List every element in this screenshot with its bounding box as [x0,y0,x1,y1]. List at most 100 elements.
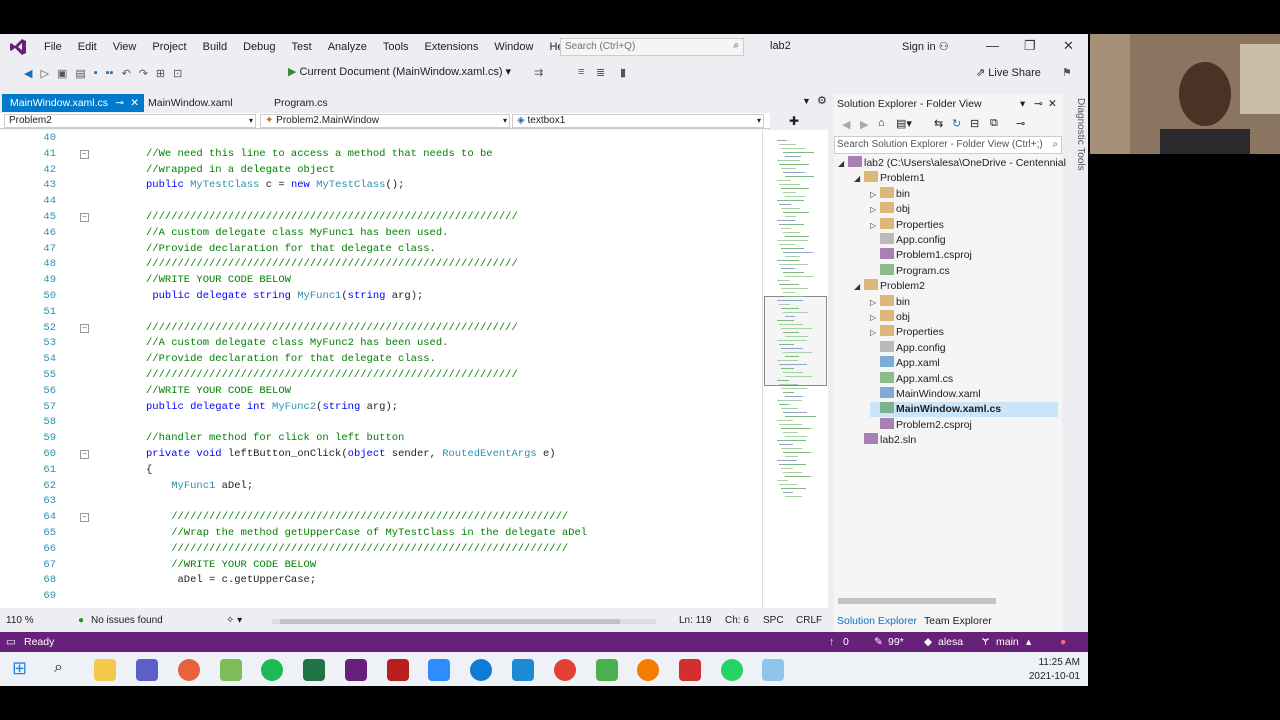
home-icon[interactable]: ⌂ [878,117,885,129]
code-line[interactable]: 45 − /////////////////////////////////////… [0,209,762,225]
code-line[interactable]: 47 //Provide declaration for that delegat… [0,241,762,257]
screenshot-icon[interactable]: ⊡ [169,67,186,80]
menu-tools[interactable]: Tools [375,34,417,60]
media-icon[interactable] [596,659,618,681]
menu-test[interactable]: Test [284,34,320,60]
tree-item[interactable]: MainWindow.xaml.cs [870,402,1058,418]
tree-item[interactable]: ▷ Properties [870,325,1058,340]
expand-arrow-icon[interactable]: ◢ [854,279,864,294]
edge-icon[interactable] [470,659,492,681]
fold-toggle-icon[interactable]: − [80,149,89,159]
user-name[interactable]: alesa [938,632,963,652]
tree-item[interactable]: ▷ obj [870,310,1058,325]
expand-arrow-icon[interactable]: ◢ [838,156,848,171]
issues-status[interactable]: No issues found [91,612,163,630]
expand-arrow-icon[interactable]: ◢ [854,171,864,186]
menu-view[interactable]: View [105,34,145,60]
start-button[interactable]: ▶ Current Document (MainWindow.xaml.cs) … [288,65,511,78]
pin-icon[interactable]: ⊸ [1034,94,1043,114]
taskbar-search-icon[interactable]: ⌕ [54,659,63,677]
tree-item[interactable]: lab2.sln [854,433,1058,448]
tree-item[interactable]: App.config [870,340,1058,356]
code-line[interactable]: 64 − ////////////////////////////////////… [0,509,762,525]
indent-mode[interactable]: SPC [763,612,784,630]
minimize-button[interactable]: — [986,38,999,53]
tree-item[interactable]: ◢ Problem1 [854,171,1058,186]
fold-toggle-icon[interactable]: − [80,323,89,333]
tree-scrollbar-thumb[interactable] [838,598,996,604]
open-icon[interactable]: ▤ [71,67,89,80]
chrome-icon[interactable] [554,659,576,681]
code-line[interactable]: 69 [0,588,762,604]
tab-list-dropdown-icon[interactable]: ▼ [802,96,811,106]
sync-icon[interactable]: ⇆ [934,117,943,130]
bookmark-icon[interactable]: ▮ [616,66,630,79]
code-line[interactable]: 41 − //We need this line to access a metho… [0,146,762,162]
tree-item[interactable]: ◢ lab2 (C:\Users\alesa\OneDrive - Centenn… [838,156,1066,171]
collapse-arrow-icon[interactable]: ▷ [870,218,880,233]
code-line[interactable]: 61 { [0,462,762,478]
code-line[interactable]: 46 //A custom delegate class MyFunc1 has … [0,225,762,241]
menu-extensions[interactable]: Extensions [417,34,487,60]
visual-studio-icon[interactable] [345,659,367,681]
code-line[interactable]: 48 //////////////////////////////////////… [0,256,762,272]
step-icon[interactable]: ⇉ [530,66,547,79]
forward-icon[interactable]: ▷ [36,67,52,80]
scrollbar-thumb[interactable] [280,619,620,624]
class-dropdown[interactable]: ✦ Problem2.MainWindow ▾ [260,114,510,128]
comment-icon[interactable]: ≣ [592,66,609,79]
feedback-icon[interactable]: ⚑ [1058,66,1076,79]
code-line[interactable]: 40 [0,130,762,146]
restore-button[interactable]: ❐ [1024,38,1036,54]
tree-item[interactable]: ▷ Properties [870,217,1058,233]
soundcloud-icon[interactable] [637,659,659,681]
save-all-icon[interactable]: ▪▪ [102,67,118,79]
chevron-up-icon[interactable]: ▴ [1026,632,1031,652]
line-ending[interactable]: CRLF [796,612,822,630]
code-line[interactable]: 57 public delegate int MyFunc2(string arg… [0,399,762,415]
menu-build[interactable]: Build [195,34,235,60]
tree-item[interactable]: Program.cs [870,263,1058,279]
close-tab-icon[interactable]: ✕ [130,94,139,112]
forward-icon[interactable]: ▶ [860,118,868,131]
code-line[interactable]: 49 //WRITE YOUR CODE BELOW [0,272,762,288]
code-line[interactable]: 55 //////////////////////////////////////… [0,367,762,383]
code-line[interactable]: 62 MyFunc1 aDel; [0,478,762,494]
properties-icon[interactable]: ⊸ [1016,117,1025,130]
new-project-icon[interactable]: ▣ [53,67,71,80]
tree-item[interactable]: ▷ bin [870,186,1058,202]
tab-team-explorer[interactable]: Team Explorer [924,612,992,630]
code-line[interactable]: 53 //A custom delegate class MyFunc2 has … [0,335,762,351]
code-minimap[interactable] [762,130,828,608]
teams-icon[interactable] [136,659,158,681]
code-line[interactable]: 52 − /////////////////////////////////////… [0,320,762,336]
format-icon[interactable]: ≡ [574,66,588,78]
close-panel-icon[interactable]: ✕ [1048,94,1057,114]
filezilla-icon[interactable] [387,659,409,681]
code-line[interactable]: 68 aDel = c.getUpperCase; [0,572,762,588]
tree-item[interactable]: ▷ bin [870,294,1058,310]
spotify-icon[interactable] [261,659,283,681]
excel-icon[interactable] [303,659,325,681]
menu-analyze[interactable]: Analyze [320,34,375,60]
tab-program-cs[interactable]: Program.cs [266,94,336,112]
collapse-arrow-icon[interactable]: ▷ [870,325,880,340]
solution-search-input[interactable]: Search Solution Explorer - Folder View (… [834,136,1062,154]
code-line[interactable]: 42 //wrapped in a delegate object [0,162,762,178]
app-icon[interactable] [762,659,784,681]
menu-debug[interactable]: Debug [235,34,283,60]
error-count[interactable]: 0 [843,632,849,652]
back-icon[interactable]: ◀ [20,67,36,80]
member-dropdown[interactable]: ◈ textbox1 ▾ [512,114,764,128]
system-clock[interactable]: 11:25 AM 2021-10-01 [1020,656,1080,684]
project-dropdown[interactable]: Problem2 ▾ [4,114,256,128]
code-line[interactable]: 54 //Provide declaration for that delegat… [0,351,762,367]
chrome-alt-icon[interactable] [178,659,200,681]
code-line[interactable]: 67 //WRITE YOUR CODE BELOW [0,557,762,573]
branch-name[interactable]: main [996,632,1019,652]
code-line[interactable]: 60 − private void leftButton_onClick(objec… [0,446,762,462]
tree-item[interactable]: Problem2.csproj [870,417,1058,433]
tab-mainwindow-xaml[interactable]: MainWindow.xaml [140,94,241,112]
notepad-plus-icon[interactable] [220,659,242,681]
sign-in-link[interactable]: Sign in ⚇ [902,40,949,53]
